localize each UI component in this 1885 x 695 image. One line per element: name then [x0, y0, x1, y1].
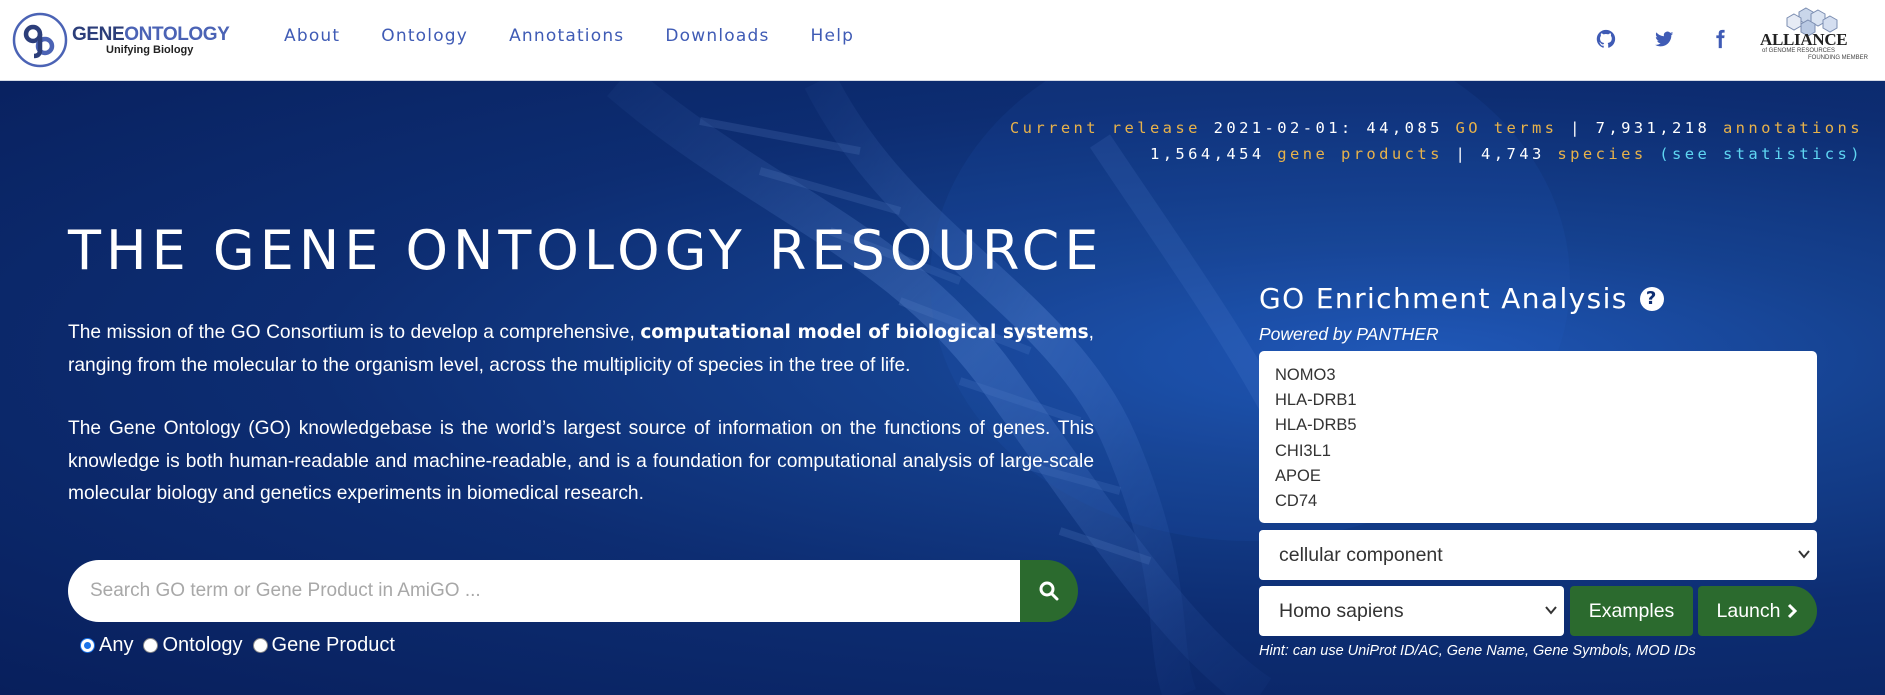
search-icon: [1039, 581, 1059, 601]
aspect-selected-value: cellular component: [1279, 543, 1443, 566]
nav-downloads[interactable]: Downloads: [665, 26, 769, 46]
examples-button[interactable]: Examples: [1570, 586, 1693, 636]
chevron-down-icon: [1798, 550, 1810, 559]
gene-entry: CD74: [1275, 492, 1318, 511]
mission-highlight: computational model of biological system…: [640, 322, 1089, 343]
logo-brand-ontology: ONTOLOGY: [124, 23, 230, 45]
annotations-label: annotations: [1722, 119, 1863, 137]
radio-ontology[interactable]: Ontology: [143, 634, 243, 657]
radio-gene-product[interactable]: Gene Product: [252, 634, 395, 657]
search-button[interactable]: [1020, 560, 1078, 622]
species-select[interactable]: Homo sapiens: [1259, 586, 1564, 636]
radio-any[interactable]: Any: [80, 634, 133, 657]
nav-ontology[interactable]: Ontology: [381, 26, 468, 46]
knowledgebase-description: The Gene Ontology (GO) knowledgebase is …: [68, 418, 1094, 504]
help-icon[interactable]: ?: [1639, 286, 1664, 311]
radio-gene-product-dot[interactable]: [252, 638, 268, 653]
chevron-right-icon: [1788, 603, 1798, 619]
species-label: species: [1557, 145, 1647, 163]
page-title: THE GENE ONTOLOGY RESOURCE: [68, 219, 1104, 282]
facebook-icon[interactable]: [1709, 28, 1731, 50]
alliance-logo[interactable]: ALLIANCE of GENOME RESOURCES FOUNDING MEM…: [1756, 6, 1870, 72]
see-statistics-link[interactable]: (see statistics): [1659, 145, 1863, 163]
enrichment-title: GO Enrichment Analysis ?: [1259, 282, 1664, 315]
gene-entry: HLA-DRB1: [1275, 391, 1357, 410]
launch-button[interactable]: Launch: [1698, 586, 1817, 636]
release-statistics: Current release 2021-02-01: 44,085 GO te…: [1010, 115, 1863, 167]
release-label: Current release: [1009, 119, 1201, 137]
radio-ontology-dot[interactable]: [143, 638, 159, 653]
gene-entry: HLA-DRB5: [1275, 416, 1357, 435]
nav-about[interactable]: About: [284, 26, 340, 46]
nav-annotations[interactable]: Annotations: [509, 26, 624, 46]
go-terms-count: 44,085: [1366, 119, 1443, 137]
main-nav: About Ontology Annotations Downloads Hel…: [284, 26, 854, 46]
annotations-count: 7,931,218: [1595, 119, 1711, 137]
input-hint: Hint: can use UniProt ID/AC, Gene Name, …: [1259, 643, 1696, 659]
twitter-icon[interactable]: [1653, 28, 1675, 50]
gene-products-label: gene products: [1277, 145, 1443, 163]
gene-ontology-logo[interactable]: GENEONTOLOGY Unifying Biology: [12, 10, 232, 70]
alliance-name: ALLIANCE: [1760, 30, 1848, 49]
launch-label: Launch: [1716, 599, 1781, 622]
logo-brand-gene: GENE: [72, 23, 125, 45]
gene-entry: APOE: [1275, 466, 1321, 485]
nav-help[interactable]: Help: [811, 26, 855, 46]
gene-entry: CHI3L1: [1275, 441, 1331, 460]
github-icon[interactable]: [1595, 28, 1617, 50]
gene-entry: NOMO3: [1275, 366, 1336, 384]
stats-separator: |: [1570, 119, 1583, 137]
go-logo-icon: [12, 12, 68, 68]
search-scope-options: Any Ontology Gene Product: [80, 634, 395, 657]
ontology-aspect-select[interactable]: cellular component: [1259, 530, 1817, 580]
alliance-subtitle: of GENOME RESOURCES FOUNDING MEMBER: [1762, 48, 1868, 61]
amigo-search: [68, 560, 1078, 622]
top-navbar: GENEONTOLOGY Unifying Biology About Onto…: [0, 0, 1885, 81]
mission-statement: The mission of the GO Consortium is to d…: [68, 322, 1094, 376]
gene-list-textarea[interactable]: NOMO3 HLA-DRB1 HLA-DRB5 CHI3L1 APOE CD74: [1259, 351, 1817, 523]
enrichment-title-text: GO Enrichment Analysis: [1259, 282, 1628, 315]
release-date: 2021-02-01:: [1213, 119, 1354, 137]
hero-section: Current release 2021-02-01: 44,085 GO te…: [0, 81, 1885, 695]
gene-products-count: 1,564,454: [1149, 145, 1265, 163]
powered-by-panther: Powered by PANTHER: [1259, 324, 1439, 344]
search-input[interactable]: [68, 560, 1020, 622]
go-terms-label: GO terms: [1455, 119, 1558, 137]
species-count: 4,743: [1481, 145, 1545, 163]
radio-any-dot[interactable]: [80, 638, 95, 653]
logo-tagline: Unifying Biology: [106, 43, 194, 56]
species-selected-value: Homo sapiens: [1279, 599, 1404, 622]
chevron-down-icon: [1545, 606, 1557, 615]
stats-separator: |: [1455, 145, 1469, 163]
